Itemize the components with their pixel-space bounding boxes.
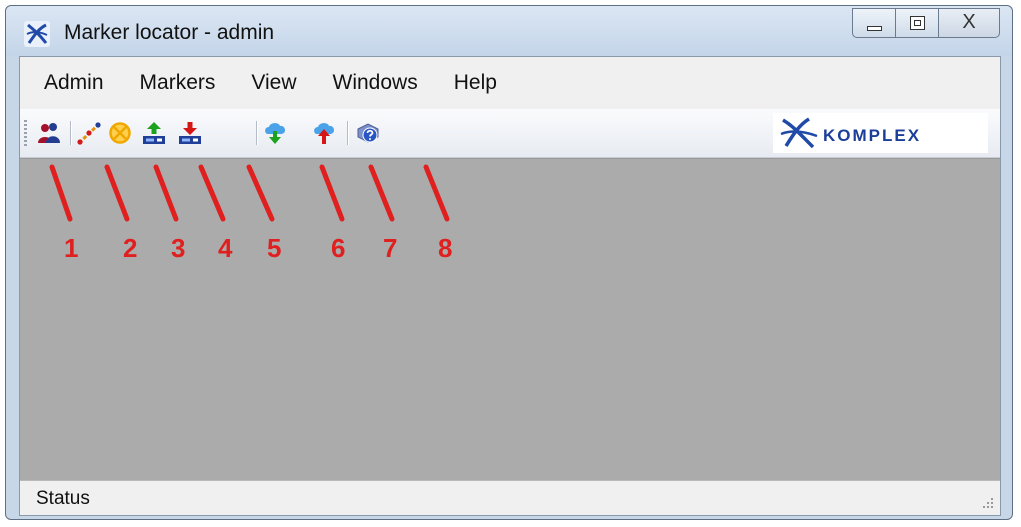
client-area: Admin Markers View Windows Help KOMPLEX … <box>19 56 1001 516</box>
annotation-number: 1 <box>64 233 78 263</box>
download-from-device-icon[interactable] <box>178 121 202 145</box>
main-window: Marker locator - admin X Admin Markers V… <box>5 5 1013 520</box>
toolbar-separator <box>256 121 258 145</box>
toolbar: KOMPLEX <box>20 109 1000 158</box>
annotation-line <box>49 164 73 222</box>
cloud-download-icon[interactable] <box>263 121 287 145</box>
help-device-icon[interactable] <box>356 121 380 145</box>
annotation-line <box>104 164 130 222</box>
annotation-number: 5 <box>267 233 281 263</box>
menu-bar: Admin Markers View Windows Help <box>20 57 1000 109</box>
users-icon[interactable] <box>37 121 61 145</box>
window-controls: X <box>852 8 1000 38</box>
annotation-number: 2 <box>123 233 137 263</box>
menu-view[interactable]: View <box>233 66 314 100</box>
crossed-circle-icon[interactable] <box>108 121 132 145</box>
title-bar[interactable]: Marker locator - admin X <box>6 6 1012 56</box>
close-button[interactable]: X <box>938 8 1000 38</box>
komplex-logo: KOMPLEX <box>773 113 988 153</box>
toolbar-grip[interactable] <box>24 120 27 146</box>
annotation-overlay: 1 2 3 4 5 6 7 8 <box>49 164 452 263</box>
maximize-icon <box>910 16 925 30</box>
minimize-button[interactable] <box>852 8 896 38</box>
annotation-line <box>246 164 275 222</box>
annotation-line <box>423 164 450 222</box>
cloud-upload-icon[interactable] <box>312 121 336 145</box>
annotation-line <box>368 164 395 222</box>
menu-markers[interactable]: Markers <box>122 66 234 100</box>
toolbar-separator <box>347 121 349 145</box>
annotation-line <box>153 164 179 222</box>
annotation-number: 6 <box>331 233 345 263</box>
close-icon: X <box>962 11 976 33</box>
komplex-logo-icon[interactable] <box>24 21 50 47</box>
annotation-number: 8 <box>438 233 452 263</box>
upload-to-device-icon[interactable] <box>142 121 166 145</box>
toolbar-separator <box>70 121 72 145</box>
menu-admin[interactable]: Admin <box>26 66 122 100</box>
window-title: Marker locator - admin <box>64 21 275 44</box>
annotation-number: 4 <box>218 233 233 263</box>
annotation-line <box>319 164 345 222</box>
maximize-button[interactable] <box>895 8 939 38</box>
status-text: Status <box>36 488 90 509</box>
annotation-number: 3 <box>171 233 185 263</box>
minimize-icon <box>867 26 882 31</box>
annotation-line <box>198 164 226 222</box>
menu-help[interactable]: Help <box>436 66 515 100</box>
workspace: 1 2 3 4 5 6 7 8 <box>20 158 1000 482</box>
status-bar: Status <box>20 480 1000 515</box>
route-line-icon[interactable] <box>77 121 101 145</box>
resize-grip-icon[interactable] <box>980 495 994 509</box>
logo-text: KOMPLEX <box>823 126 922 145</box>
annotation-number: 7 <box>383 233 397 263</box>
menu-windows[interactable]: Windows <box>315 66 436 100</box>
